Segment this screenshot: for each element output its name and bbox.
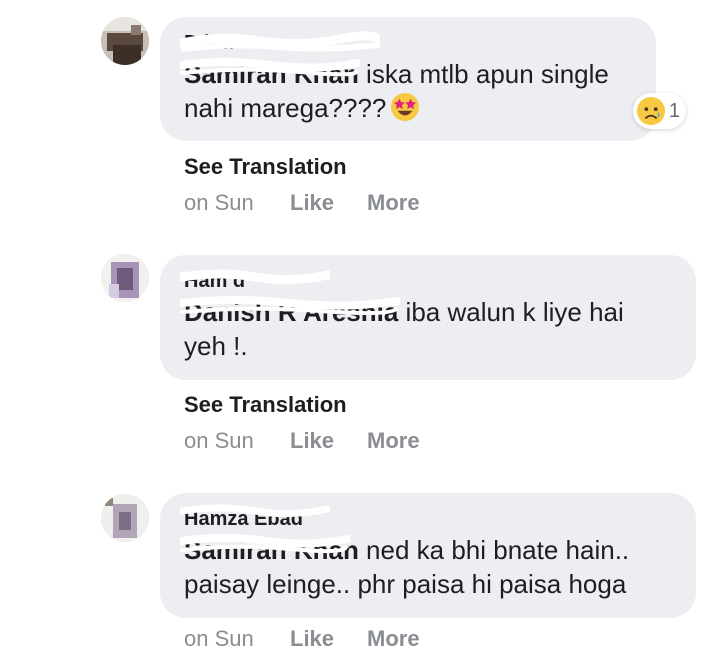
comment-text: Samirah Khan ned ka bhi bnate hain.. pai… xyxy=(180,533,672,601)
comment: D hia Samirah Khan iska mtlb apun single… xyxy=(0,0,720,230)
comment-bubble: D hia Samirah Khan iska mtlb apun single… xyxy=(160,17,686,141)
avatar-photo xyxy=(101,17,149,65)
reaction-count: 1 xyxy=(668,99,680,122)
comment-author[interactable]: Hamza Ebad xyxy=(180,504,672,531)
avatar-photo xyxy=(101,254,149,302)
comment-actions: on Sun Like More xyxy=(184,190,420,216)
comment-actions: on Sun Like More xyxy=(184,428,420,454)
comment-text: Samirah Khan iska mtlb apun single nahi … xyxy=(180,57,632,125)
mention-link[interactable]: Samirah Khan xyxy=(180,58,360,89)
like-button[interactable]: Like xyxy=(290,190,367,216)
mention-link[interactable]: Danish R Areshia xyxy=(180,296,400,327)
comment-author[interactable]: D hia xyxy=(180,31,632,55)
see-translation-link[interactable]: See Translation xyxy=(184,154,347,180)
more-button[interactable]: More xyxy=(367,626,420,652)
reaction-badge[interactable]: 1 xyxy=(632,93,686,129)
comment: Ham d Danish R Areshia iba walun k liye … xyxy=(0,240,720,470)
comment-author[interactable]: Ham d xyxy=(180,269,672,293)
comment-actions: on Sun Like More xyxy=(184,626,420,652)
star-struck-emoji-icon xyxy=(391,92,420,122)
comment-text: Danish R Areshia iba walun k liye hai ye… xyxy=(180,295,672,363)
sad-tear-emoji-icon xyxy=(636,96,665,126)
mention-link[interactable]: Samirah Khan xyxy=(180,534,359,565)
timestamp[interactable]: on Sun xyxy=(184,626,290,652)
like-button[interactable]: Like xyxy=(290,626,367,652)
avatar-photo xyxy=(101,494,149,542)
comment-bubble: Ham d Danish R Areshia iba walun k liye … xyxy=(160,255,696,380)
comment: Hamza Ebad Samirah Khan ned ka bhi bnate… xyxy=(0,478,720,656)
see-translation-link[interactable]: See Translation xyxy=(184,392,347,418)
more-button[interactable]: More xyxy=(367,428,420,454)
more-button[interactable]: More xyxy=(367,190,420,216)
timestamp[interactable]: on Sun xyxy=(184,428,290,454)
timestamp[interactable]: on Sun xyxy=(184,190,290,216)
like-button[interactable]: Like xyxy=(290,428,367,454)
comment-bubble: Hamza Ebad Samirah Khan ned ka bhi bnate… xyxy=(160,493,696,618)
avatar[interactable] xyxy=(101,494,149,542)
avatar[interactable] xyxy=(101,254,149,302)
avatar[interactable] xyxy=(101,17,149,65)
